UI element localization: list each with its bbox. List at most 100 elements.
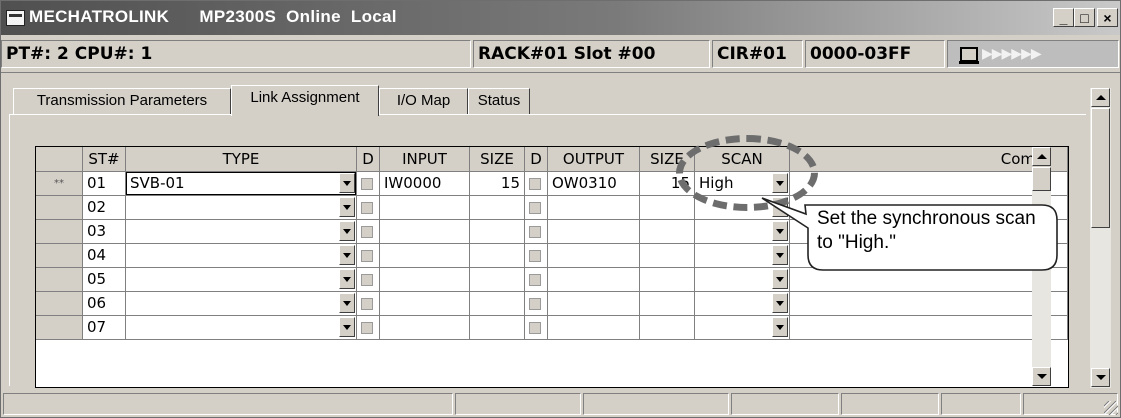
cell-d-output[interactable] xyxy=(525,220,548,244)
cell-d-input[interactable] xyxy=(357,172,380,196)
cell-scan[interactable] xyxy=(695,292,790,316)
chevron-down-icon[interactable] xyxy=(772,173,788,193)
cell-comment[interactable] xyxy=(790,316,1068,340)
chevron-down-icon[interactable] xyxy=(339,173,355,193)
direction-checkbox[interactable] xyxy=(361,298,373,310)
chevron-down-icon[interactable] xyxy=(772,293,788,313)
panel-scroll-down-button[interactable] xyxy=(1091,368,1110,387)
cell-st[interactable]: 04 xyxy=(83,244,126,268)
chevron-down-icon[interactable] xyxy=(772,221,788,241)
table-vertical-scrollbar[interactable] xyxy=(1032,147,1051,386)
cell-type[interactable] xyxy=(126,292,357,316)
chevron-down-icon[interactable] xyxy=(339,317,355,337)
cell-d-input[interactable] xyxy=(357,292,380,316)
cell-size-input[interactable] xyxy=(470,292,525,316)
cell-d-input[interactable] xyxy=(357,316,380,340)
cell-st[interactable]: 01 xyxy=(83,172,126,196)
tab-status[interactable]: Status xyxy=(468,88,530,114)
direction-checkbox[interactable] xyxy=(529,202,541,214)
direction-checkbox[interactable] xyxy=(529,226,541,238)
cell-input[interactable]: IW0000 xyxy=(380,172,470,196)
cell-size-output[interactable]: 15 xyxy=(640,172,695,196)
cell-size-output[interactable] xyxy=(640,220,695,244)
cell-output[interactable] xyxy=(548,196,640,220)
cell-size-input[interactable] xyxy=(470,316,525,340)
cell-scan[interactable] xyxy=(695,196,790,220)
direction-checkbox[interactable] xyxy=(529,250,541,262)
cell-comment[interactable] xyxy=(790,268,1068,292)
title-bar[interactable]: MECHATROLINK MP2300S Online Local _ □ × xyxy=(1,1,1120,35)
chevron-down-icon[interactable] xyxy=(772,269,788,289)
close-button[interactable]: × xyxy=(1097,8,1118,27)
cell-output[interactable] xyxy=(548,316,640,340)
cell-d-input[interactable] xyxy=(357,220,380,244)
cell-input[interactable] xyxy=(380,244,470,268)
cell-output[interactable]: OW0310 xyxy=(548,172,640,196)
cell-size-input[interactable] xyxy=(470,220,525,244)
direction-checkbox[interactable] xyxy=(529,178,541,190)
direction-checkbox[interactable] xyxy=(361,250,373,262)
chevron-down-icon[interactable] xyxy=(339,197,355,217)
tab-transmission-parameters[interactable]: Transmission Parameters xyxy=(13,88,231,114)
cell-st[interactable]: 03 xyxy=(83,220,126,244)
cell-scan[interactable] xyxy=(695,268,790,292)
cell-type[interactable] xyxy=(126,196,357,220)
table-scroll-thumb[interactable] xyxy=(1032,167,1051,191)
cell-d-input[interactable] xyxy=(357,268,380,292)
cell-d-output[interactable] xyxy=(525,292,548,316)
cell-type[interactable] xyxy=(126,244,357,268)
direction-checkbox[interactable] xyxy=(529,322,541,334)
cell-input[interactable] xyxy=(380,292,470,316)
panel-vertical-scrollbar[interactable] xyxy=(1090,88,1111,388)
cell-st[interactable]: 05 xyxy=(83,268,126,292)
cell-type[interactable]: SVB-01 xyxy=(126,172,357,196)
cell-st[interactable]: 07 xyxy=(83,316,126,340)
cell-input[interactable] xyxy=(380,316,470,340)
cell-size-output[interactable] xyxy=(640,196,695,220)
cell-output[interactable] xyxy=(548,244,640,268)
direction-checkbox[interactable] xyxy=(361,202,373,214)
cell-comment[interactable] xyxy=(790,292,1068,316)
direction-checkbox[interactable] xyxy=(361,226,373,238)
chevron-down-icon[interactable] xyxy=(339,293,355,313)
cell-scan[interactable]: High xyxy=(695,172,790,196)
chevron-down-icon[interactable] xyxy=(339,221,355,241)
cell-input[interactable] xyxy=(380,220,470,244)
cell-size-input[interactable] xyxy=(470,244,525,268)
table-row[interactable]: 07 xyxy=(36,316,1068,340)
direction-checkbox[interactable] xyxy=(529,274,541,286)
cell-st[interactable]: 02 xyxy=(83,196,126,220)
table-scroll-down-button[interactable] xyxy=(1032,367,1051,386)
cell-size-output[interactable] xyxy=(640,268,695,292)
cell-scan[interactable] xyxy=(695,316,790,340)
cell-output[interactable] xyxy=(548,220,640,244)
cell-type[interactable] xyxy=(126,268,357,292)
cell-scan[interactable] xyxy=(695,220,790,244)
cell-d-output[interactable] xyxy=(525,316,548,340)
resize-grip-icon[interactable] xyxy=(1104,401,1118,415)
cell-size-input[interactable] xyxy=(470,196,525,220)
cell-d-input[interactable] xyxy=(357,244,380,268)
cell-output[interactable] xyxy=(548,292,640,316)
cell-type[interactable] xyxy=(126,316,357,340)
cell-size-output[interactable] xyxy=(640,292,695,316)
table-scroll-up-button[interactable] xyxy=(1032,147,1051,166)
table-row[interactable]: 06 xyxy=(36,292,1068,316)
cell-output[interactable] xyxy=(548,268,640,292)
cell-comment[interactable] xyxy=(790,172,1068,196)
cell-d-input[interactable] xyxy=(357,196,380,220)
cell-input[interactable] xyxy=(380,196,470,220)
direction-checkbox[interactable] xyxy=(361,178,373,190)
chevron-down-icon[interactable] xyxy=(772,245,788,265)
direction-checkbox[interactable] xyxy=(361,322,373,334)
tab-link-assignment[interactable]: Link Assignment xyxy=(231,85,379,116)
chevron-down-icon[interactable] xyxy=(339,245,355,265)
direction-checkbox[interactable] xyxy=(529,298,541,310)
cell-type[interactable] xyxy=(126,220,357,244)
direction-checkbox[interactable] xyxy=(361,274,373,286)
cell-d-output[interactable] xyxy=(525,244,548,268)
table-row[interactable]: 05 xyxy=(36,268,1068,292)
panel-scroll-thumb[interactable] xyxy=(1091,108,1110,228)
cell-d-output[interactable] xyxy=(525,268,548,292)
chevron-down-icon[interactable] xyxy=(339,269,355,289)
